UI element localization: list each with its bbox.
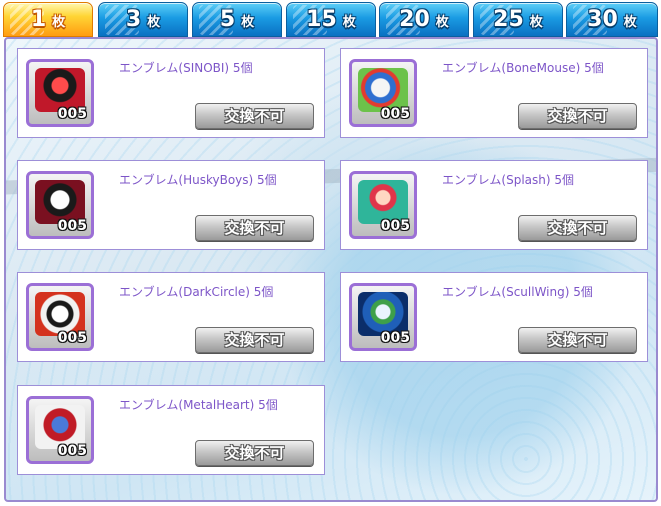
item-card-bonemouse: 005 エンブレム(BoneMouse) 5個 交換不可 xyxy=(340,48,648,138)
item-title: エンブレム(ScullWing) 5個 xyxy=(442,285,593,299)
tab-number: 15 xyxy=(306,7,337,32)
exchange-button[interactable]: 交換不可 xyxy=(518,215,637,241)
exchange-button[interactable]: 交換不可 xyxy=(195,215,314,241)
item-title: エンブレム(HuskyBoys) 5個 xyxy=(119,173,277,187)
item-card-sinobi: 005 エンブレム(SINOBI) 5個 交換不可 xyxy=(17,48,325,138)
item-card-scullwing: 005 エンブレム(ScullWing) 5個 交換不可 xyxy=(340,272,648,362)
tab-15-sheets[interactable]: 15 枚 xyxy=(286,2,376,37)
tab-number: 1 xyxy=(30,7,47,32)
item-icon-frame: 005 xyxy=(26,171,94,239)
item-icon-frame: 005 xyxy=(26,59,94,127)
item-title: エンブレム(DarkCircle) 5個 xyxy=(119,285,274,299)
exchange-button[interactable]: 交換不可 xyxy=(518,103,637,129)
tab-unit: 枚 xyxy=(147,15,161,30)
exchange-button[interactable]: 交換不可 xyxy=(518,327,637,353)
tab-3-sheets[interactable]: 3枚 xyxy=(98,2,188,37)
tab-bar: 1枚 3枚 5枚 15 枚 20 枚 25 枚 30 枚 xyxy=(0,0,661,40)
tab-number: 20 xyxy=(399,7,430,32)
item-count: 005 xyxy=(380,218,410,234)
exchange-button[interactable]: 交換不可 xyxy=(195,103,314,129)
tab-unit: 枚 xyxy=(435,15,449,30)
item-card-darkcircle: 005 エンブレム(DarkCircle) 5個 交換不可 xyxy=(17,272,325,362)
item-title: エンブレム(BoneMouse) 5個 xyxy=(442,61,604,75)
tab-number: 5 xyxy=(219,7,236,32)
tab-unit: 枚 xyxy=(529,15,543,30)
item-count: 005 xyxy=(380,106,410,122)
item-title: エンブレム(MetalHeart) 5個 xyxy=(119,398,278,412)
item-count: 005 xyxy=(57,330,87,346)
item-icon-frame: 005 xyxy=(26,396,94,464)
exchange-button[interactable]: 交換不可 xyxy=(195,327,314,353)
item-title: エンブレム(SINOBI) 5個 xyxy=(119,61,253,75)
item-card-metalheart: 005 エンブレム(MetalHeart) 5個 交換不可 xyxy=(17,385,325,475)
item-count: 005 xyxy=(57,106,87,122)
tab-number: 25 xyxy=(493,7,524,32)
item-title: エンブレム(Splash) 5個 xyxy=(442,173,574,187)
item-count: 005 xyxy=(57,443,87,459)
tab-30-sheets[interactable]: 30 枚 xyxy=(566,2,658,37)
tab-number: 30 xyxy=(587,7,618,32)
item-icon-frame: 005 xyxy=(349,283,417,351)
item-icon-frame: 005 xyxy=(349,59,417,127)
exchange-button[interactable]: 交換不可 xyxy=(195,440,314,466)
tab-unit: 枚 xyxy=(342,15,356,30)
item-count: 005 xyxy=(57,218,87,234)
tab-unit: 枚 xyxy=(241,15,255,30)
tab-20-sheets[interactable]: 20 枚 xyxy=(379,2,469,37)
tab-5-sheets[interactable]: 5枚 xyxy=(192,2,282,37)
item-icon-frame: 005 xyxy=(26,283,94,351)
item-list-panel: 005 エンブレム(SINOBI) 5個 交換不可 005 エンブレム(Bone… xyxy=(4,37,658,502)
item-count: 005 xyxy=(380,330,410,346)
tab-1-sheet[interactable]: 1枚 xyxy=(3,2,93,37)
item-card-huskyboys: 005 エンブレム(HuskyBoys) 5個 交換不可 xyxy=(17,160,325,250)
tab-25-sheets[interactable]: 25 枚 xyxy=(473,2,563,37)
tab-number: 3 xyxy=(125,7,142,32)
tab-unit: 枚 xyxy=(52,15,66,30)
tab-unit: 枚 xyxy=(623,15,637,30)
item-icon-frame: 005 xyxy=(349,171,417,239)
item-card-splash: 005 エンブレム(Splash) 5個 交換不可 xyxy=(340,160,648,250)
